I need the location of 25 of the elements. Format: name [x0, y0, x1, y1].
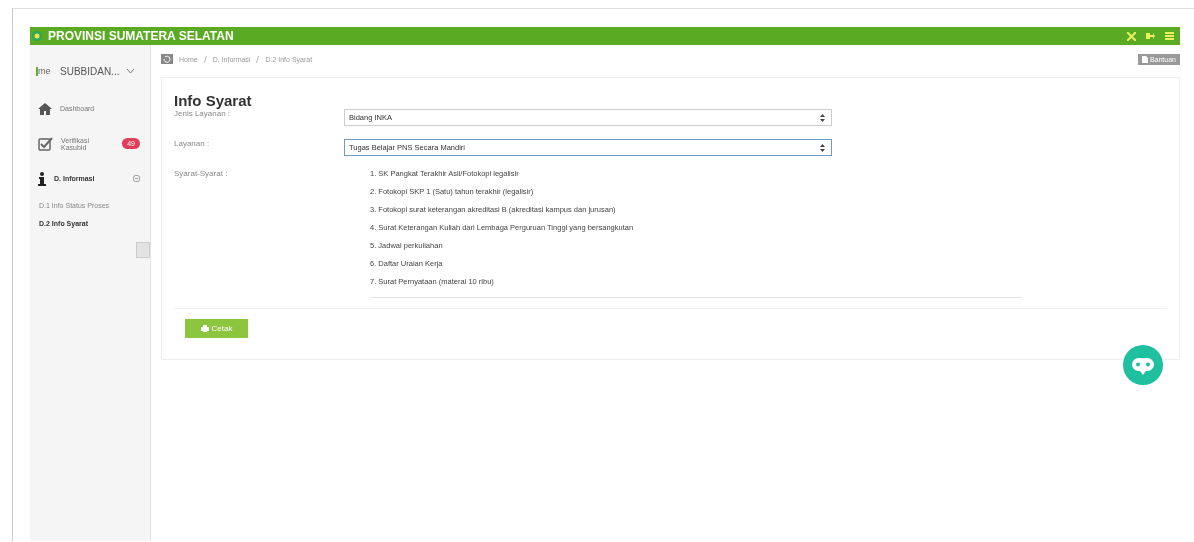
document-icon [1141, 55, 1148, 63]
field-label: Layanan : [174, 139, 211, 150]
updown-arrows-icon [820, 113, 825, 122]
field-label: Syarat-Syarat : [174, 169, 229, 180]
user-name[interactable]: SUBBIDAN... [60, 65, 120, 77]
sidebar-toggle-button[interactable] [136, 242, 150, 258]
home-icon [38, 102, 52, 115]
broken-avatar-image: me [36, 66, 52, 76]
collapse-icon[interactable] [133, 175, 140, 182]
breadcrumb-separator-icon [203, 55, 207, 63]
chat-icon[interactable] [1123, 345, 1163, 385]
menu-icon[interactable] [1165, 32, 1174, 40]
expand-icon[interactable] [1127, 31, 1136, 41]
logo-icon [32, 31, 42, 41]
back-icon[interactable] [161, 54, 173, 64]
info-icon [38, 171, 46, 186]
printer-icon [200, 325, 209, 332]
updown-arrows-icon [820, 143, 825, 152]
page-title: Info Syarat [174, 92, 253, 109]
checkbox-icon [38, 136, 53, 151]
app-title: PROVINSI SUMATERA SELATAN [48, 29, 235, 43]
chevron-down-icon[interactable] [127, 68, 135, 74]
logout-icon[interactable] [1146, 32, 1155, 40]
breadcrumb-separator-icon [256, 55, 260, 63]
field-label: Jenis Layanan : [174, 109, 232, 120]
